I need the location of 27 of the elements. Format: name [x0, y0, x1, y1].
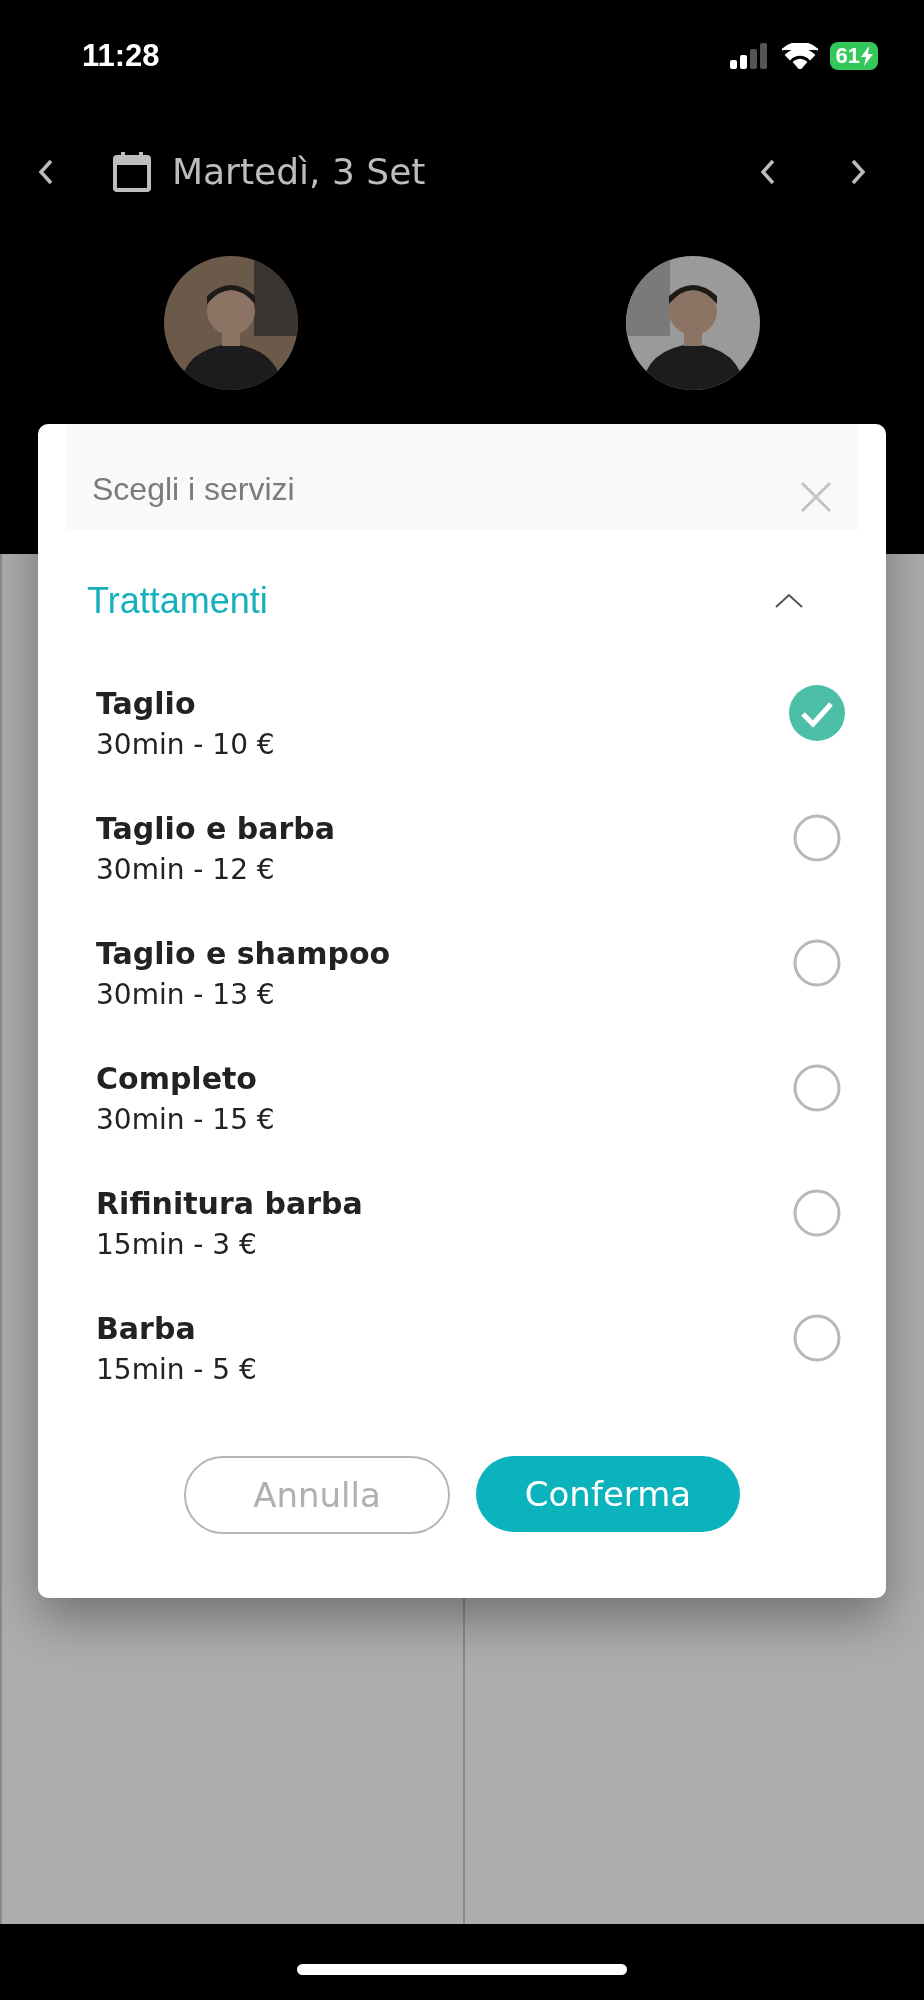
service-name: Taglio — [96, 685, 197, 723]
cancel-button[interactable]: Annulla — [184, 1456, 450, 1534]
checked-radio-icon[interactable] — [788, 684, 846, 742]
service-name: Barba — [96, 1310, 197, 1348]
service-duration-price: 30min - 13 € — [96, 977, 276, 1013]
service-duration-price: 30min - 12 € — [96, 852, 276, 888]
service-name: Taglio e shampoo — [96, 935, 392, 973]
service-duration-price: 15min - 3 € — [96, 1227, 258, 1263]
service-duration-price: 30min - 10 € — [96, 727, 276, 763]
service-name: Rifinitura barba — [96, 1185, 364, 1223]
dialog-title: Scegli i servizi — [92, 470, 295, 509]
status-time: 11:28 — [82, 36, 160, 75]
service-duration-price: 30min - 15 € — [96, 1102, 276, 1138]
battery-indicator: 61 — [829, 42, 878, 70]
signal-icon — [729, 43, 770, 69]
calendar-icon[interactable] — [112, 151, 152, 193]
service-name: Taglio e barba — [96, 810, 336, 848]
confirm-button[interactable]: Conferma — [476, 1456, 740, 1532]
section-title[interactable]: Trattamenti — [87, 574, 268, 628]
service-duration-price: 15min - 5 € — [96, 1352, 258, 1388]
chevron-left-icon[interactable] — [760, 159, 776, 185]
collapse-chevron-icon[interactable] — [774, 593, 804, 609]
wifi-icon — [781, 43, 818, 69]
service-name: Completo — [96, 1060, 258, 1098]
date-label[interactable]: Martedì, 3 Set — [172, 145, 426, 199]
chevron-left-icon[interactable] — [38, 159, 54, 185]
chevron-right-icon[interactable] — [850, 159, 866, 185]
